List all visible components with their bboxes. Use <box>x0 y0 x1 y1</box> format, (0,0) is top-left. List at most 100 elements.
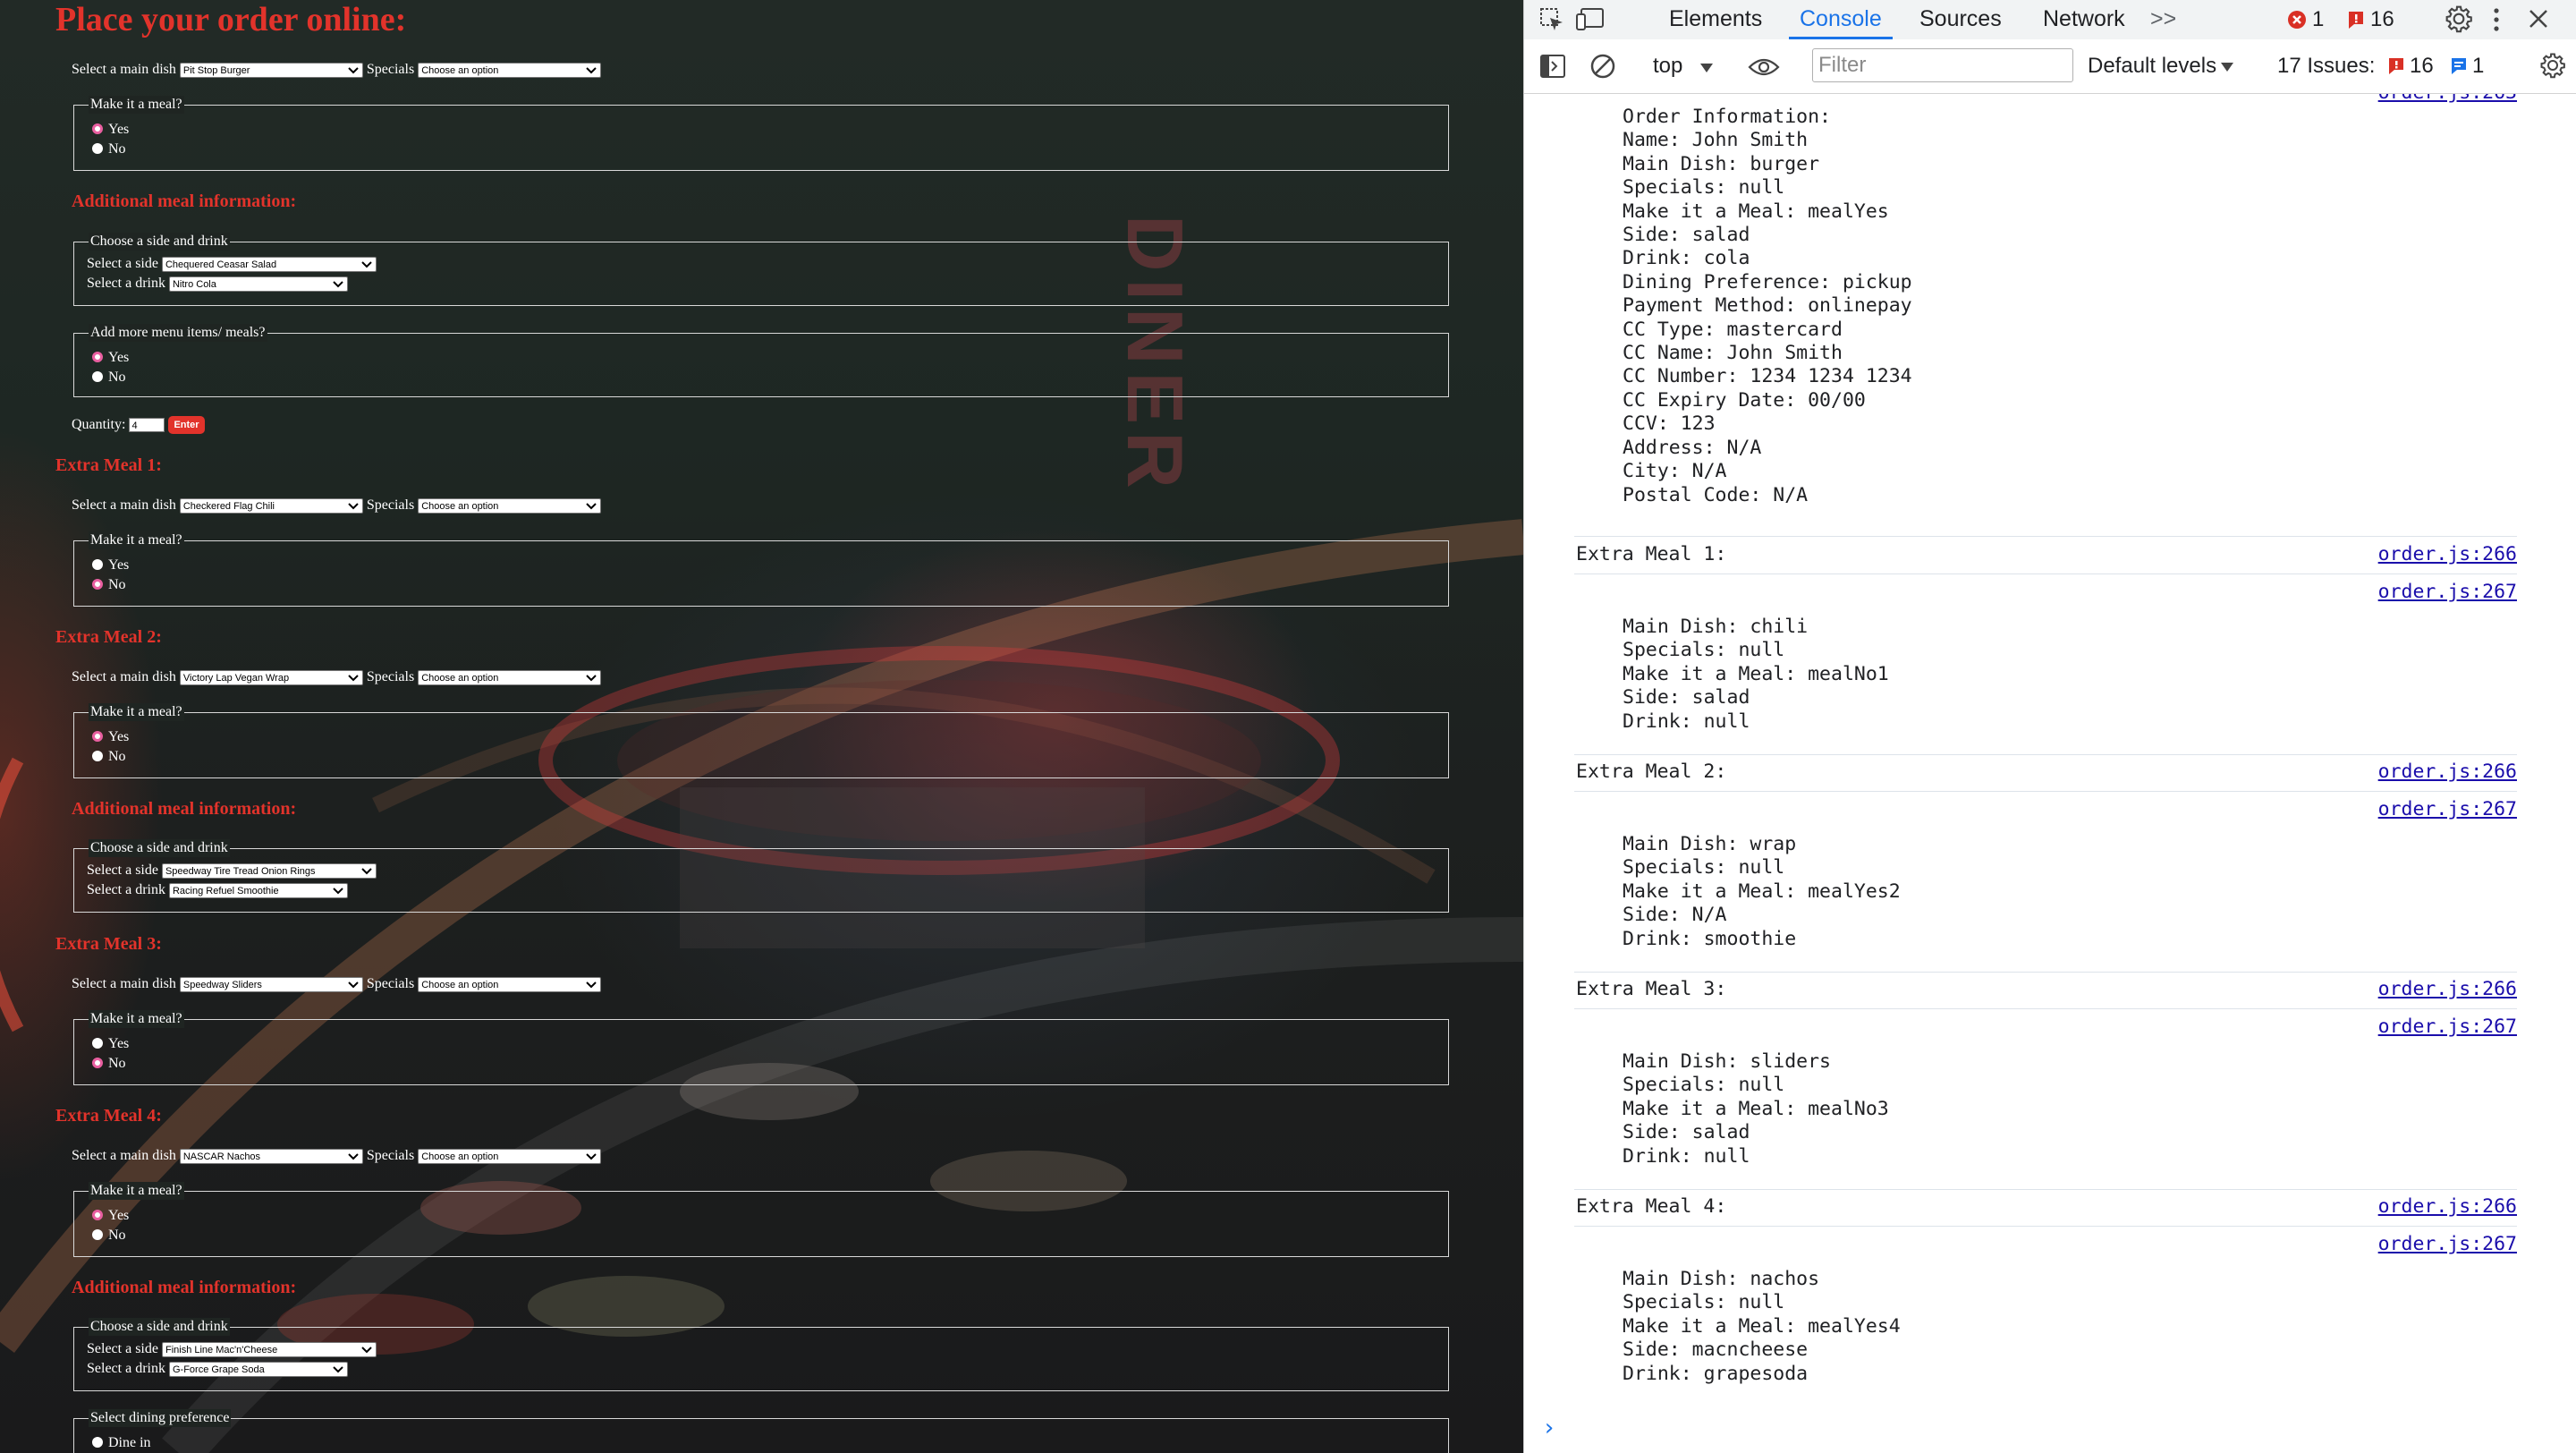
chevron-down-icon <box>361 1346 372 1355</box>
extra-meal-4-log-lines: Main Dish: nachos Specials: null Make it… <box>1623 1268 1901 1385</box>
log-separator <box>1574 972 2517 973</box>
extra-2-main-dish-select[interactable]: Victory Lap Vegan Wrap <box>179 669 363 685</box>
issues-error-count[interactable]: 16 <box>2410 53 2434 80</box>
meal-yes-option[interactable]: Yes <box>92 557 129 574</box>
chevron-down-icon <box>361 260 372 269</box>
side-select[interactable]: Speedway Tire Tread Onion Rings <box>161 862 377 879</box>
source-link[interactable]: order.js:267 <box>2378 1233 2517 1256</box>
meal-no-option[interactable]: No <box>92 576 126 594</box>
chevron-down-icon <box>361 867 372 876</box>
device-toolbar-icon[interactable] <box>1576 7 1605 37</box>
page-title: Place your order online: <box>55 1 407 38</box>
close-icon[interactable] <box>2528 8 2549 34</box>
radio-unchecked[interactable] <box>92 1437 103 1448</box>
radio-checked[interactable] <box>92 731 103 742</box>
inspect-element-icon[interactable] <box>1539 7 1564 37</box>
extra-3-main-dish-select[interactable]: Speedway Sliders <box>179 976 363 992</box>
extra-2-main-dish-row: Select a main dish Victory Lap Vegan Wra… <box>72 668 602 686</box>
radio-checked[interactable] <box>92 1058 103 1068</box>
source-link[interactable]: order.js:267 <box>2378 581 2517 604</box>
tab-console[interactable]: Console <box>1789 0 1893 39</box>
filter-input[interactable]: Filter <box>1812 48 2073 82</box>
main-dish-row: Select a main dish Pit Stop Burger Speci… <box>72 61 602 79</box>
side-select[interactable]: Chequered Ceasar Salad <box>161 256 377 272</box>
dropdown-arrow-icon[interactable] <box>1699 62 1714 78</box>
meal-yes-option[interactable]: Yes <box>92 121 129 139</box>
enter-button[interactable]: Enter <box>168 416 205 435</box>
tab-elements[interactable]: Elements <box>1669 0 1762 39</box>
extra-2-specials-select[interactable]: Choose an option <box>418 669 602 685</box>
source-link[interactable]: order.js:263 <box>2378 94 2517 105</box>
quantity-input[interactable]: 4 <box>129 418 165 433</box>
console-prompt[interactable]: › <box>1542 1415 1556 1441</box>
source-link[interactable]: order.js:267 <box>2378 1015 2517 1039</box>
extra-meal-3-heading: Extra Meal 3: <box>55 934 162 954</box>
issues-label[interactable]: 17 Issues: <box>2277 53 2375 80</box>
order-information-log: Order Information: Name: John Smith Main… <box>1623 106 1912 506</box>
context-selector[interactable]: top <box>1653 53 1682 80</box>
eye-icon[interactable] <box>1748 56 1780 82</box>
radio-unchecked[interactable] <box>92 371 103 382</box>
error-icon <box>2388 57 2404 80</box>
kebab-menu-icon[interactable] <box>2492 6 2501 38</box>
side-drink-legend: Choose a side and drink <box>89 233 230 251</box>
add-more-fieldset: Add more menu items/ meals? Yes No <box>73 324 1449 397</box>
extra-3-make-meal-fieldset: Make it a meal? Yes No <box>73 1010 1449 1085</box>
meal-no-option[interactable]: No <box>92 140 126 158</box>
warning-count[interactable]: 16 <box>2370 6 2394 33</box>
source-link[interactable]: order.js:267 <box>2378 798 2517 821</box>
meal-no-option[interactable]: No <box>92 1055 126 1073</box>
extra-3-specials-select[interactable]: Choose an option <box>418 976 602 992</box>
side-drink-legend: Choose a side and drink <box>89 1318 230 1336</box>
meal-yes-option[interactable]: Yes <box>92 728 129 746</box>
settings-gear-icon[interactable] <box>2445 4 2473 38</box>
more-tabs-icon[interactable]: >> <box>2150 0 2176 39</box>
clear-console-icon[interactable] <box>1589 53 1616 84</box>
specials-select[interactable]: Choose an option <box>418 62 602 78</box>
extra-4-specials-select[interactable]: Choose an option <box>418 1148 602 1164</box>
main-dish-select[interactable]: Pit Stop Burger <box>179 62 363 78</box>
extra-1-main-dish-select[interactable]: Checkered Flag Chili <box>179 497 363 514</box>
side-row: Select a side Chequered Ceasar Salad <box>87 255 377 273</box>
extra-1-specials-select[interactable]: Choose an option <box>418 497 602 514</box>
meal-yes-option[interactable]: Yes <box>92 1035 129 1053</box>
main-dish-label: Select a main dish <box>72 62 176 77</box>
log-separator <box>1574 536 2517 537</box>
drink-select[interactable]: Nitro Cola <box>168 276 348 292</box>
radio-unchecked[interactable] <box>92 751 103 761</box>
dropdown-arrow-icon[interactable] <box>2220 61 2234 77</box>
radio-checked[interactable] <box>92 123 103 134</box>
extra-4-side-drink-fieldset: Choose a side and drink Select a side Fi… <box>73 1318 1449 1391</box>
tab-network[interactable]: Network <box>2043 0 2125 39</box>
issues-info-count[interactable]: 1 <box>2472 53 2484 80</box>
radio-unchecked[interactable] <box>92 1038 103 1049</box>
add-more-yes-option[interactable]: Yes <box>92 349 129 367</box>
drink-select[interactable]: Racing Refuel Smoothie <box>168 882 348 898</box>
drink-select[interactable]: G-Force Grape Soda <box>168 1361 348 1377</box>
radio-checked[interactable] <box>92 579 103 590</box>
radio-unchecked[interactable] <box>92 1229 103 1240</box>
source-link[interactable]: order.js:266 <box>2378 1195 2517 1219</box>
settings-gear-icon[interactable] <box>2539 52 2566 83</box>
meal-no-option[interactable]: No <box>92 1227 126 1245</box>
meal-no-option[interactable]: No <box>92 748 126 766</box>
side-select[interactable]: Finish Line Mac'n'Cheese <box>161 1341 377 1357</box>
source-link[interactable]: order.js:266 <box>2378 543 2517 566</box>
radio-unchecked[interactable] <box>92 143 103 154</box>
log-levels-dropdown[interactable]: Default levels <box>2088 53 2216 80</box>
sidebar-toggle-icon[interactable] <box>1539 53 1566 84</box>
source-link[interactable]: order.js:266 <box>2378 760 2517 784</box>
dine-in-option[interactable]: Dine in <box>92 1434 151 1452</box>
extra-4-make-meal-fieldset: Make it a meal? Yes No <box>73 1182 1449 1257</box>
radio-checked[interactable] <box>92 1210 103 1220</box>
extra-4-main-dish-select[interactable]: NASCAR Nachos <box>179 1148 363 1164</box>
add-more-no-option[interactable]: No <box>92 369 126 387</box>
chevron-down-icon <box>348 66 359 75</box>
source-link[interactable]: order.js:266 <box>2378 978 2517 1001</box>
error-count[interactable]: 1 <box>2312 6 2324 33</box>
radio-checked[interactable] <box>92 352 103 362</box>
chevron-down-icon <box>333 887 343 896</box>
meal-yes-option[interactable]: Yes <box>92 1207 129 1225</box>
radio-unchecked[interactable] <box>92 559 103 570</box>
tab-sources[interactable]: Sources <box>1919 0 2002 39</box>
